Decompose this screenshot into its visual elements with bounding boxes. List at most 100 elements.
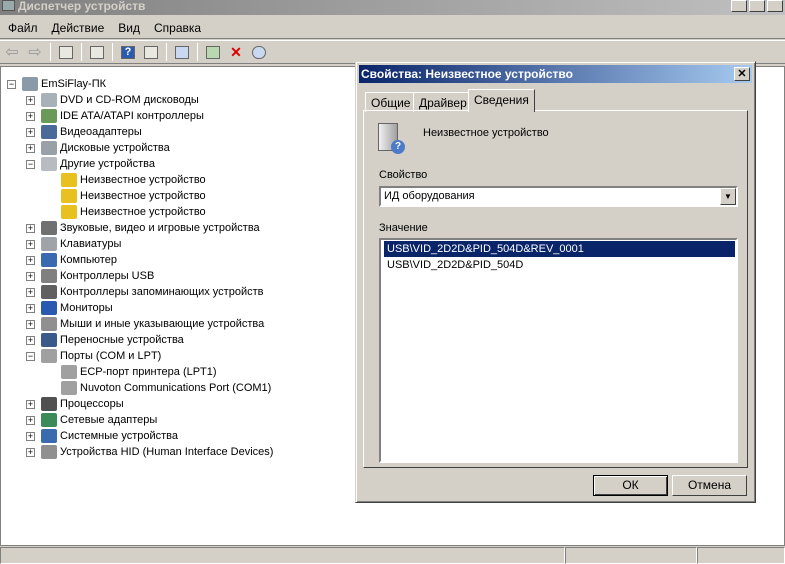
value-item[interactable]: USB\VID_2D2D&PID_504D&REV_0001 [384, 241, 735, 257]
properties-button[interactable] [87, 43, 107, 61]
storage-controller-icon [41, 285, 57, 299]
tree-item[interactable]: + Мыши и иные указывающие устройства [26, 316, 264, 332]
tree-item[interactable]: + Компьютер [26, 252, 117, 268]
tree-item[interactable]: Nuvoton Communications Port (COM1) [61, 380, 271, 396]
tree-item[interactable]: + Мониторы [26, 300, 113, 316]
expand-icon[interactable]: + [26, 399, 35, 409]
expand-icon[interactable]: + [26, 239, 35, 249]
tree-item-label: Неизвестное устройство [80, 206, 206, 218]
tree-item-label: Звуковые, видео и игровые устройства [60, 222, 260, 234]
tree-item-label: Компьютер [60, 254, 117, 266]
maximize-button[interactable]: □ [749, 0, 765, 12]
tree-item[interactable]: + Контроллеры запоминающих устройств [26, 284, 263, 300]
ok-button[interactable]: ОК [593, 475, 668, 496]
status-pane-2 [565, 547, 697, 564]
expand-icon[interactable]: + [26, 271, 35, 281]
cancel-button[interactable]: Отмена [672, 475, 747, 496]
tree-item[interactable]: + Видеоадаптеры [26, 124, 142, 140]
menu-action[interactable]: Действие [45, 17, 112, 38]
expand-icon[interactable]: + [26, 95, 35, 105]
property-select[interactable]: ИД оборудования ▼ [379, 186, 738, 207]
tree-item[interactable]: + IDE ATA/ATAPI контроллеры [26, 108, 204, 124]
menu-view[interactable]: Вид [111, 17, 147, 38]
arrow-left-icon: ⇦ [5, 44, 19, 61]
tree-item[interactable]: Неизвестное устройство [61, 204, 206, 220]
uninstall-button[interactable]: ✕ [226, 43, 246, 61]
update-driver-icon [206, 45, 220, 59]
action-pane-button[interactable] [141, 43, 161, 61]
tab-driver[interactable]: Драйвер [413, 92, 473, 112]
action-pane-icon [144, 45, 158, 59]
tree-item[interactable]: + Клавиатуры [26, 236, 121, 252]
value-list[interactable]: USB\VID_2D2D&PID_504D&REV_0001 USB\VID_2… [379, 238, 738, 463]
tree-item[interactable]: + Системные устройства [26, 428, 178, 444]
tree-root[interactable]: − EmSiFlay-ПК [7, 76, 106, 92]
monitor-icon [41, 301, 57, 315]
port-icon [41, 349, 57, 363]
tree-item[interactable]: + Устройства HID (Human Interface Devices… [26, 444, 273, 460]
forward-button[interactable]: ⇨ [25, 43, 45, 61]
unknown-device-icon [41, 157, 57, 171]
tree-item[interactable]: Неизвестное устройство [61, 188, 206, 204]
warning-device-icon [61, 173, 77, 187]
device-name: Неизвестное устройство [423, 127, 549, 139]
collapse-icon[interactable]: − [26, 159, 35, 169]
expand-icon[interactable]: + [26, 143, 35, 153]
processor-icon [41, 397, 57, 411]
menu-file[interactable]: Файл [1, 17, 45, 38]
dropdown-button[interactable]: ▼ [720, 188, 736, 205]
expand-icon[interactable]: + [26, 287, 35, 297]
expand-icon[interactable]: + [26, 415, 35, 425]
tree-item[interactable]: − Порты (COM и LPT) [26, 348, 161, 364]
tree-item-label: IDE ATA/ATAPI контроллеры [60, 110, 204, 122]
tree-item-label: Системные устройства [60, 430, 179, 442]
uninstall-icon: ✕ [230, 43, 242, 60]
tree-item[interactable]: + Дисковые устройства [26, 140, 170, 156]
tree-item[interactable]: + Сетевые адаптеры [26, 412, 157, 428]
collapse-icon[interactable]: − [26, 351, 35, 361]
arrow-right-icon: ⇨ [28, 44, 42, 61]
tab-details[interactable]: Сведения [468, 89, 535, 112]
collapse-icon[interactable]: − [7, 79, 16, 89]
expand-icon[interactable]: + [26, 431, 35, 441]
show-hide-console-tree-button[interactable] [56, 43, 76, 61]
display-adapter-icon [41, 125, 57, 139]
disable-button[interactable] [249, 43, 269, 61]
expand-icon[interactable]: + [26, 447, 35, 457]
tab-general[interactable]: Общие [365, 92, 417, 112]
tree-item-label: Сетевые адаптеры [60, 414, 158, 426]
warning-device-icon [61, 205, 77, 219]
device-manager-icon [2, 0, 15, 11]
expand-icon[interactable]: + [26, 127, 35, 137]
tree-item[interactable]: + Звуковые, видео и игровые устройства [26, 220, 260, 236]
tree-item[interactable]: + DVD и CD-ROM дисководы [26, 92, 199, 108]
dialog-close-button[interactable]: ✕ [734, 67, 750, 81]
close-button[interactable]: ✕ [767, 0, 783, 12]
expand-icon[interactable]: + [26, 111, 35, 121]
expand-icon[interactable]: + [26, 223, 35, 233]
help-button[interactable]: ? [118, 43, 138, 61]
tree-item[interactable]: + Контроллеры USB [26, 268, 154, 284]
tree-item[interactable]: ECP-порт принтера (LPT1) [61, 364, 217, 380]
tree-item-label: Мониторы [60, 302, 113, 314]
expand-icon[interactable]: + [26, 319, 35, 329]
properties-icon [90, 45, 104, 59]
back-button[interactable]: ⇦ [2, 43, 22, 61]
minimize-button[interactable]: _ [731, 0, 747, 12]
tree-item[interactable]: Неизвестное устройство [61, 172, 206, 188]
scan-hardware-icon [175, 45, 189, 59]
tree-item[interactable]: − Другие устройства [26, 156, 155, 172]
hid-icon [41, 445, 57, 459]
expand-icon[interactable]: + [26, 335, 35, 345]
status-pane-main [0, 547, 565, 564]
dvd-icon [41, 93, 57, 107]
scan-hardware-button[interactable] [172, 43, 192, 61]
computer-icon [41, 253, 57, 267]
menu-help[interactable]: Справка [147, 17, 208, 38]
tree-item[interactable]: + Процессоры [26, 396, 124, 412]
expand-icon[interactable]: + [26, 255, 35, 265]
tree-item[interactable]: + Переносные устройства [26, 332, 184, 348]
update-driver-button[interactable] [203, 43, 223, 61]
value-item[interactable]: USB\VID_2D2D&PID_504D [384, 257, 523, 273]
expand-icon[interactable]: + [26, 303, 35, 313]
